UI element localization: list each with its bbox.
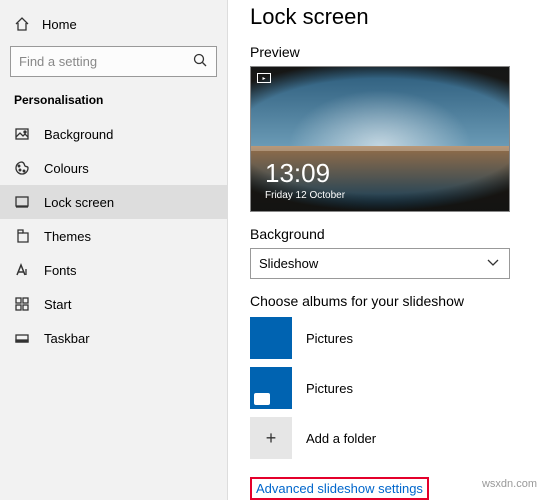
search-placeholder: Find a setting: [19, 54, 97, 69]
advanced-slideshow-link[interactable]: Advanced slideshow settings: [256, 481, 423, 496]
home-label: Home: [42, 17, 77, 32]
item-label: Background: [44, 127, 113, 142]
chevron-down-icon: [485, 254, 501, 273]
item-label: Lock screen: [44, 195, 114, 210]
page-title: Lock screen: [250, 4, 525, 30]
fonts-icon: [14, 262, 30, 278]
sidebar-item-start[interactable]: Start: [0, 287, 227, 321]
add-folder-button[interactable]: + Add a folder: [250, 417, 525, 459]
add-folder-label: Add a folder: [306, 431, 376, 446]
album-item[interactable]: Pictures: [250, 367, 525, 409]
preview-label: Preview: [250, 44, 525, 60]
lock-screen-icon: [14, 194, 30, 210]
home-nav[interactable]: Home: [0, 8, 227, 40]
sidebar-item-colours[interactable]: Colours: [0, 151, 227, 185]
image-icon: [14, 126, 30, 142]
start-icon: [14, 296, 30, 312]
taskbar-icon: [14, 330, 30, 346]
sidebar-item-taskbar[interactable]: Taskbar: [0, 321, 227, 355]
sidebar-item-lock-screen[interactable]: Lock screen: [0, 185, 227, 219]
themes-icon: [14, 228, 30, 244]
item-label: Fonts: [44, 263, 77, 278]
search-input[interactable]: Find a setting: [10, 46, 217, 77]
background-label: Background: [250, 226, 525, 242]
item-label: Taskbar: [44, 331, 90, 346]
album-label: Pictures: [306, 331, 353, 346]
sidebar-item-fonts[interactable]: Fonts: [0, 253, 227, 287]
preview-time: 13:09: [265, 158, 345, 189]
select-value: Slideshow: [259, 256, 318, 271]
main-content: Lock screen Preview 13:09 Friday 12 Octo…: [228, 0, 547, 500]
preview-date: Friday 12 October: [265, 190, 345, 201]
watermark: wsxdn.com: [482, 478, 537, 490]
album-label: Pictures: [306, 381, 353, 396]
item-label: Colours: [44, 161, 89, 176]
album-item[interactable]: Pictures: [250, 317, 525, 359]
sidebar: Home Find a setting Personalisation Back…: [0, 0, 228, 500]
category-header: Personalisation: [0, 87, 227, 117]
background-select[interactable]: Slideshow: [250, 248, 510, 279]
palette-icon: [14, 160, 30, 176]
highlight-box: Advanced slideshow settings: [250, 477, 429, 500]
folder-tile-icon: [250, 317, 292, 359]
slideshow-icon: [257, 73, 271, 83]
sidebar-item-background[interactable]: Background: [0, 117, 227, 151]
plus-icon: +: [250, 417, 292, 459]
search-icon: [192, 52, 208, 71]
sidebar-item-themes[interactable]: Themes: [0, 219, 227, 253]
item-label: Start: [44, 297, 71, 312]
preview-clock: 13:09 Friday 12 October: [265, 158, 345, 201]
lock-screen-preview: 13:09 Friday 12 October: [250, 66, 510, 212]
home-icon: [14, 16, 30, 32]
item-label: Themes: [44, 229, 91, 244]
albums-label: Choose albums for your slideshow: [250, 293, 525, 309]
folder-tile-icon: [250, 367, 292, 409]
